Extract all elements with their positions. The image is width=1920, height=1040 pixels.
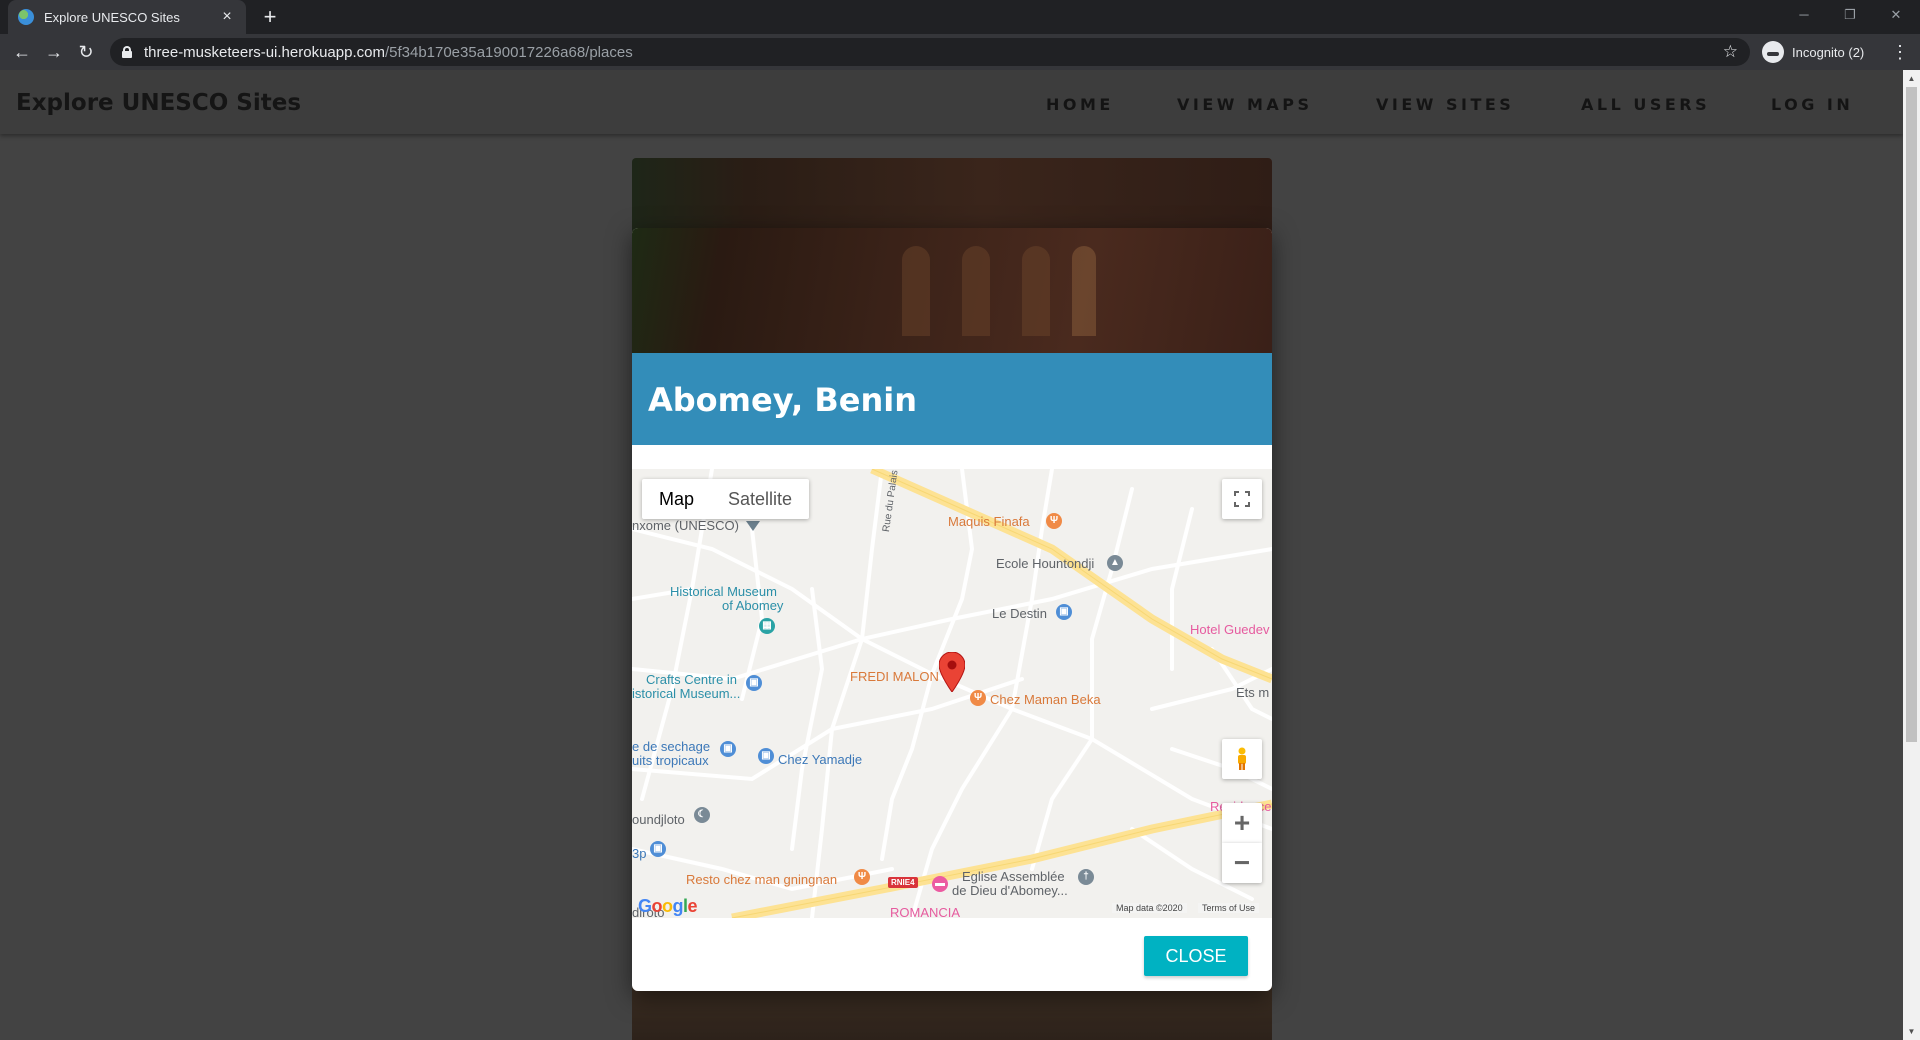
new-tab-button[interactable]: + bbox=[256, 4, 284, 30]
bookmark-star-icon[interactable]: ☆ bbox=[1723, 42, 1738, 62]
restaurant-icon[interactable]: Ψ bbox=[1046, 513, 1062, 529]
browser-menu-icon[interactable]: ⋮ bbox=[1890, 38, 1910, 66]
shop-icon[interactable]: ▣ bbox=[1056, 604, 1072, 620]
nav-view-maps[interactable]: VIEW MAPS bbox=[1177, 95, 1313, 114]
map-label[interactable]: nxome (UNESCO) bbox=[632, 519, 739, 533]
map-label[interactable]: Maquis Finafa bbox=[948, 515, 1030, 529]
map-label[interactable]: e de sechage bbox=[632, 740, 710, 754]
page-scrollbar[interactable]: ▲ ▼ bbox=[1903, 70, 1920, 1040]
nav-view-sites[interactable]: VIEW SITES bbox=[1376, 95, 1514, 114]
map-label[interactable]: Chez Maman Beka bbox=[990, 693, 1101, 707]
map-label[interactable]: Crafts Centre in bbox=[646, 673, 737, 687]
shop-icon[interactable]: ▣ bbox=[746, 675, 762, 691]
map-attribution: Map data ©2020 bbox=[1112, 903, 1187, 913]
map-label[interactable]: ROMANCIA bbox=[890, 906, 960, 919]
street-view-button[interactable] bbox=[1222, 739, 1262, 779]
incognito-indicator[interactable]: Incognito (2) bbox=[1762, 38, 1864, 66]
modal-title-bar: Abomey, Benin bbox=[632, 353, 1272, 445]
url-path: /5f34b170e35a190017226a68/places bbox=[384, 43, 633, 61]
back-icon[interactable]: ← bbox=[10, 40, 34, 64]
map-label[interactable]: Hotel Guedev bbox=[1190, 623, 1270, 637]
map-type-map-button[interactable]: Map bbox=[642, 479, 711, 519]
map-label[interactable]: oundjloto bbox=[632, 813, 685, 827]
place-modal: Abomey, Benin nxome (UNESCO) Rue du Pala… bbox=[632, 228, 1272, 991]
address-bar[interactable]: three-musketeers-ui.herokuapp.com/5f34b1… bbox=[110, 38, 1750, 66]
hero-arch bbox=[1072, 246, 1096, 336]
modal-title: Abomey, Benin bbox=[648, 381, 917, 419]
zoom-out-button[interactable]: − bbox=[1222, 843, 1262, 883]
map-label[interactable]: 3p bbox=[632, 847, 646, 861]
nav-all-users[interactable]: ALL USERS bbox=[1581, 95, 1710, 114]
restore-icon[interactable]: ❐ bbox=[1830, 4, 1870, 26]
site-header: Explore UNESCO Sites HOME VIEW MAPS VIEW… bbox=[0, 70, 1903, 134]
hero-arch bbox=[1022, 246, 1050, 336]
map-label[interactable]: Ecole Hountondji bbox=[996, 557, 1094, 571]
close-tab-icon[interactable]: × bbox=[218, 8, 236, 26]
school-icon[interactable]: ▲ bbox=[1107, 555, 1123, 571]
mosque-icon[interactable]: ☾ bbox=[694, 807, 710, 823]
reload-icon[interactable]: ↻ bbox=[74, 40, 98, 64]
map-label[interactable]: Chez Yamadje bbox=[778, 753, 862, 767]
map-type-control: Map Satellite bbox=[642, 479, 810, 519]
map-label[interactable]: Resto chez man gningnan bbox=[686, 873, 837, 887]
shop-icon[interactable]: ▣ bbox=[650, 841, 666, 857]
map-label[interactable]: Eglise Assemblée bbox=[962, 870, 1065, 884]
pegman-icon bbox=[1238, 747, 1246, 770]
lock-icon bbox=[122, 46, 132, 58]
browser-toolbar: ← → ↻ three-musketeers-ui.herokuapp.com /… bbox=[0, 34, 1920, 70]
scroll-up-icon[interactable]: ▲ bbox=[1903, 70, 1920, 87]
google-logo[interactable]: Google bbox=[638, 896, 698, 917]
browser-tab[interactable]: Explore UNESCO Sites × bbox=[8, 0, 246, 34]
map-label[interactable]: of Abomey bbox=[722, 599, 783, 613]
page-viewport: Explore UNESCO Sites HOME VIEW MAPS VIEW… bbox=[0, 70, 1903, 1040]
window-close-icon[interactable]: ✕ bbox=[1876, 4, 1916, 26]
place-hero-image bbox=[632, 228, 1272, 353]
forward-icon[interactable]: → bbox=[42, 40, 66, 64]
map-label[interactable]: Historical Museum bbox=[670, 585, 777, 599]
road-badge: RNIE4 bbox=[888, 877, 918, 888]
hero-arch bbox=[902, 246, 930, 336]
zoom-in-button[interactable]: + bbox=[1222, 803, 1262, 843]
hero-arch bbox=[962, 246, 990, 336]
fullscreen-icon bbox=[1234, 491, 1250, 507]
poi-marker-icon[interactable] bbox=[746, 521, 760, 531]
museum-icon[interactable]: ▦ bbox=[759, 618, 775, 634]
restaurant-icon[interactable]: Ψ bbox=[854, 869, 870, 885]
minimize-icon[interactable]: ─ bbox=[1784, 4, 1824, 26]
map-label[interactable]: uits tropicaux bbox=[632, 754, 709, 768]
incognito-label: Incognito (2) bbox=[1792, 44, 1865, 60]
hotel-icon[interactable]: ▬ bbox=[932, 876, 948, 892]
nav-log-in[interactable]: LOG IN bbox=[1771, 95, 1853, 114]
fullscreen-button[interactable] bbox=[1222, 479, 1262, 519]
map-label[interactable]: FREDI MALON bbox=[850, 670, 939, 684]
location-pin-icon[interactable] bbox=[939, 652, 965, 692]
map-label[interactable]: Ets m bbox=[1236, 686, 1269, 700]
map-label[interactable]: istorical Museum... bbox=[632, 687, 740, 701]
close-button[interactable]: CLOSE bbox=[1144, 936, 1248, 976]
map-label[interactable]: de Dieu d'Abomey... bbox=[952, 884, 1068, 898]
map-type-satellite-button[interactable]: Satellite bbox=[711, 479, 809, 519]
globe-icon bbox=[18, 9, 34, 25]
shop-icon[interactable]: ▣ bbox=[720, 741, 736, 757]
tab-title: Explore UNESCO Sites bbox=[44, 9, 180, 25]
nav-home[interactable]: HOME bbox=[1046, 95, 1114, 114]
shop-icon[interactable]: ▣ bbox=[758, 748, 774, 764]
church-icon[interactable]: † bbox=[1078, 869, 1094, 885]
scroll-down-icon[interactable]: ▼ bbox=[1903, 1023, 1920, 1040]
browser-tabstrip: Explore UNESCO Sites × + ─ ❐ ✕ bbox=[0, 0, 1920, 34]
restaurant-icon[interactable]: Ψ bbox=[970, 690, 986, 706]
scroll-thumb[interactable] bbox=[1906, 87, 1917, 742]
google-map[interactable]: nxome (UNESCO) Rue du Palais Royal Maqui… bbox=[632, 469, 1272, 918]
map-label[interactable]: Le Destin bbox=[992, 607, 1047, 621]
site-brand[interactable]: Explore UNESCO Sites bbox=[16, 90, 301, 116]
url-host: three-musketeers-ui.herokuapp.com bbox=[144, 43, 385, 61]
terms-of-use-link[interactable]: Terms of Use bbox=[1198, 903, 1260, 913]
incognito-icon bbox=[1762, 41, 1784, 63]
